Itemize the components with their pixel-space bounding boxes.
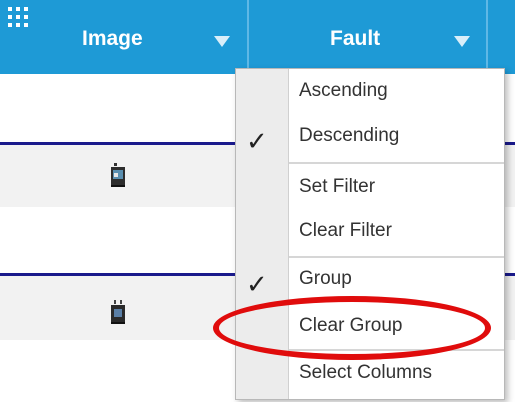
device-thumbnail-icon	[111, 300, 125, 324]
menu-item-ascending[interactable]: Ascending	[236, 69, 504, 113]
menu-item-label: Ascending	[299, 80, 388, 101]
column-divider[interactable]	[247, 0, 249, 74]
grid-menu-icon[interactable]	[8, 7, 28, 27]
menu-item-label: Select Columns	[299, 362, 433, 383]
column-header-fault[interactable]: Fault	[250, 0, 486, 74]
column-context-menu: Ascending ✓ Descending Set Filter Clear …	[235, 68, 505, 400]
menu-item-select-columns[interactable]: Select Columns	[236, 351, 504, 395]
chevron-down-icon[interactable]	[214, 36, 230, 47]
chevron-down-icon[interactable]	[454, 36, 470, 47]
menu-item-label: Set Filter	[299, 176, 376, 197]
menu-item-label: Descending	[299, 125, 400, 146]
menu-item-clear-filter[interactable]: Clear Filter	[236, 209, 504, 253]
menu-item-descending[interactable]: ✓ Descending	[236, 114, 504, 158]
column-divider[interactable]	[486, 0, 488, 74]
menu-item-label: Clear Group	[299, 315, 403, 336]
column-header-image-label: Image	[82, 27, 143, 50]
column-header-image[interactable]: Image	[0, 0, 247, 74]
menu-item-clear-group[interactable]: Clear Group	[236, 304, 504, 348]
grid-header: Image Fault	[0, 0, 515, 74]
checkmark-icon: ✓	[246, 126, 268, 156]
menu-item-group[interactable]: ✓ Group	[236, 257, 504, 301]
menu-item-label: Group	[299, 268, 352, 289]
menu-item-label: Clear Filter	[299, 220, 392, 241]
checkmark-icon: ✓	[246, 269, 268, 299]
menu-separator	[289, 162, 504, 164]
device-thumbnail-icon	[111, 163, 125, 187]
column-header-fault-label: Fault	[330, 27, 381, 50]
menu-item-set-filter[interactable]: Set Filter	[236, 165, 504, 209]
